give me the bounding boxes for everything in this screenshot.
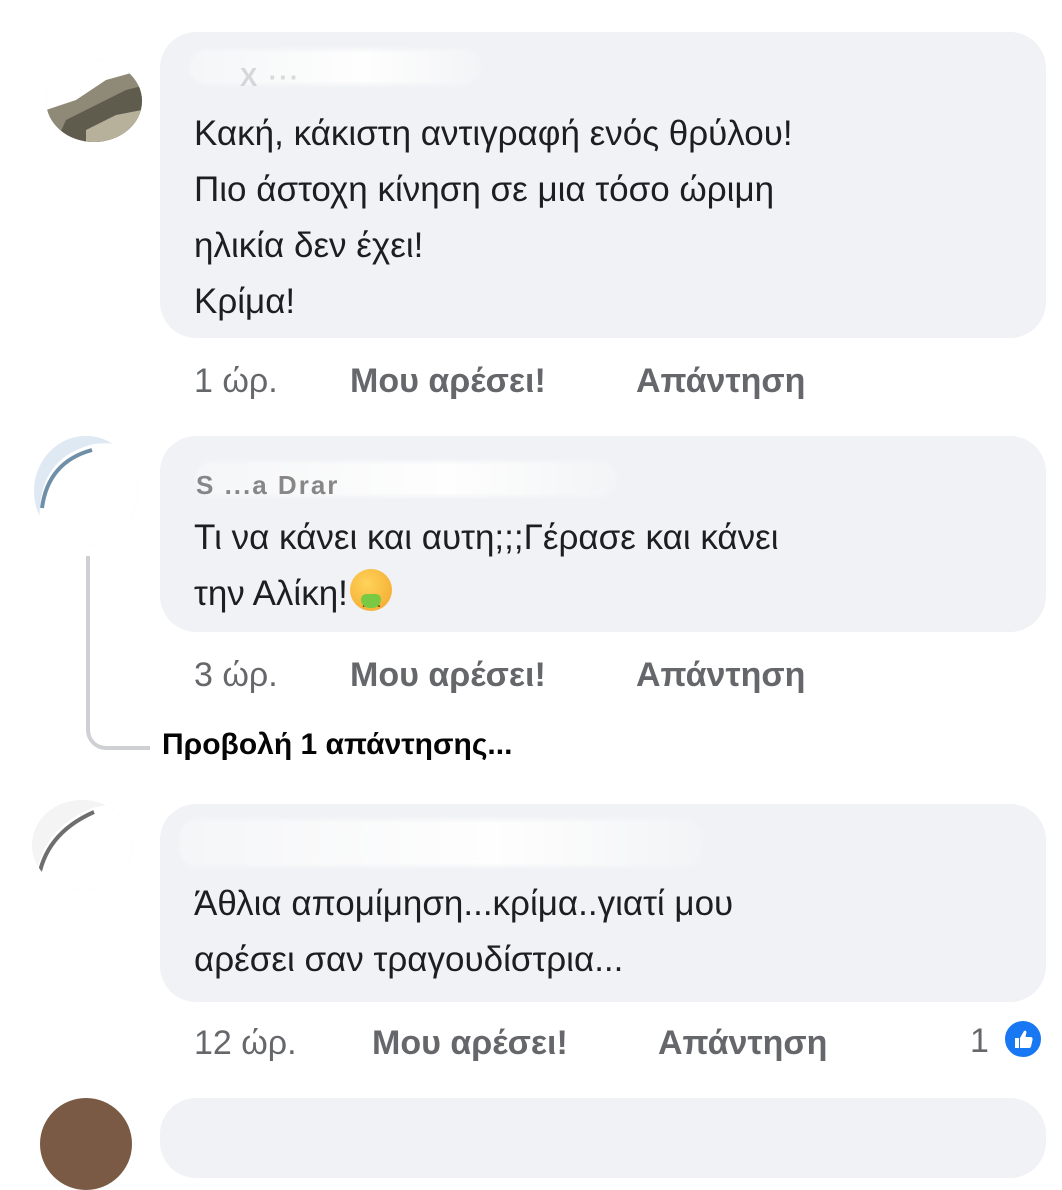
comment-timestamp[interactable]: 3 ώρ. <box>194 656 278 695</box>
comment-bubble: X ··· Κακή, κάκιστη αντιγραφή ενός θρύλο… <box>160 32 1046 338</box>
comment-author-redacted[interactable] <box>180 820 700 866</box>
comment-actions: 12 ώρ. Μου αρέσει! Απάντηση <box>194 1024 894 1064</box>
avatar[interactable] <box>46 60 142 142</box>
like-button[interactable]: Μου αρέσει! <box>372 1024 568 1063</box>
like-button[interactable]: Μου αρέσει! <box>350 362 546 401</box>
reply-thread-line <box>86 556 150 750</box>
avatar[interactable] <box>32 800 132 890</box>
like-button[interactable]: Μου αρέσει! <box>350 656 546 695</box>
comment-text: Κακή, κάκιστη αντιγραφή ενός θρύλου! Πιο… <box>194 106 793 330</box>
comment-author[interactable]: X ··· <box>240 62 460 93</box>
reply-button[interactable]: Απάντηση <box>636 362 805 401</box>
comment-author[interactable]: S ...a Drar <box>196 470 496 501</box>
comment-bubble <box>160 1098 1046 1178</box>
comment-line: Κακή, κάκιστη αντιγραφή ενός θρύλου! <box>194 114 793 153</box>
view-replies-link[interactable]: Προβολή 1 απάντησης... <box>162 728 512 762</box>
comment-bubble: S ...a Drar Τι να κάνει και αυτη;;;Γέρασ… <box>160 436 1046 632</box>
comment-text: Τι να κάνει και αυτη;;;Γέρασε και κάνει … <box>194 510 779 631</box>
comment-line: Τι να κάνει και αυτη;;;Γέρασε και κάνει <box>194 518 779 557</box>
comment-actions: 1 ώρ. Μου αρέσει! Απάντηση <box>194 362 894 402</box>
comment-line: Πιο άστοχη κίνηση σε μια τόσο ώριμη <box>194 170 775 209</box>
reply-button[interactable]: Απάντηση <box>658 1024 827 1063</box>
avatar[interactable] <box>34 436 138 546</box>
comment-actions: 3 ώρ. Μου αρέσει! Απάντηση <box>194 656 894 696</box>
comment-line: την Αλίκη! <box>194 566 779 631</box>
comment-line: Κρίμα! <box>194 282 296 321</box>
reaction-count[interactable]: 1 <box>970 1022 989 1061</box>
comment-timestamp[interactable]: 1 ώρ. <box>194 362 278 401</box>
avatar[interactable] <box>40 1098 132 1190</box>
comment-text: Άθλια απομίμηση...κρίμα..γιατί μου αρέσε… <box>194 876 733 988</box>
like-reaction-icon[interactable] <box>1002 1018 1044 1060</box>
comment-bubble: Άθλια απομίμηση...κρίμα..γιατί μου αρέσε… <box>160 804 1046 1002</box>
comment-line: ηλικία δεν έχει! <box>194 226 424 265</box>
nauseated-face-icon <box>349 569 392 631</box>
comment-timestamp[interactable]: 12 ώρ. <box>194 1024 297 1063</box>
reply-button[interactable]: Απάντηση <box>636 656 805 695</box>
comment-line: αρέσει σαν τραγουδίστρια... <box>194 940 624 979</box>
comment-line: Άθλια απομίμηση...κρίμα..γιατί μου <box>194 884 734 923</box>
